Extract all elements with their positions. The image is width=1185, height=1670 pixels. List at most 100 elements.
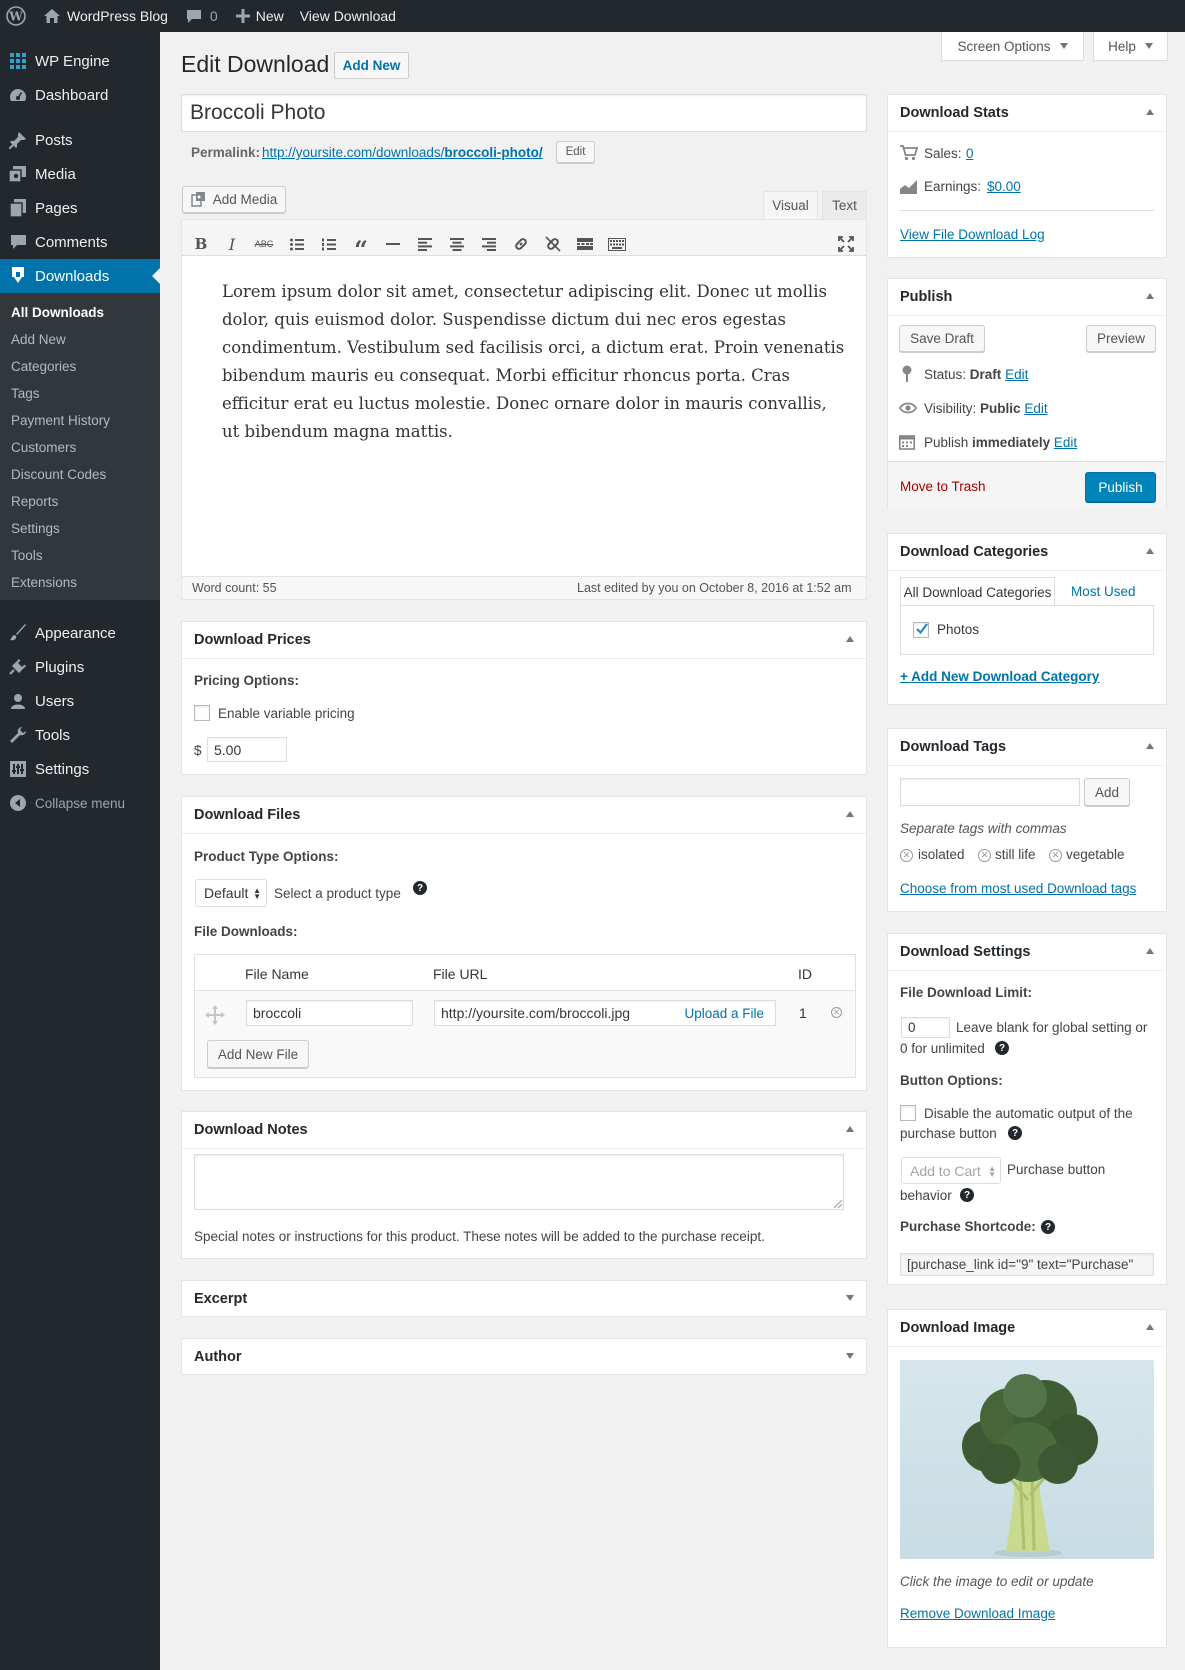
toolbar-toggle-icon[interactable] xyxy=(605,232,629,256)
remove-tag-icon[interactable]: ✕ xyxy=(978,849,991,862)
remove-file-icon[interactable]: ✕ xyxy=(831,1007,842,1018)
add-media-button[interactable]: Add Media xyxy=(182,186,286,213)
earnings-value[interactable]: $0.00 xyxy=(987,179,1021,194)
tab-all-categories[interactable]: All Download Categories xyxy=(900,577,1055,606)
submenu-reports[interactable]: Reports xyxy=(11,494,58,509)
align-right-icon[interactable] xyxy=(477,232,501,256)
admin-bar-view-download[interactable]: View Download xyxy=(293,0,403,32)
wordpress-logo-icon[interactable]: W xyxy=(0,0,36,32)
submenu-payment-history[interactable]: Payment History xyxy=(11,413,110,428)
collapse-menu[interactable]: Collapse menu xyxy=(0,786,160,820)
help-icon[interactable]: ? xyxy=(1041,1220,1055,1234)
collapse-toggle-icon[interactable] xyxy=(1146,1324,1154,1330)
submenu-tools[interactable]: Tools xyxy=(11,548,43,563)
expand-toggle-icon[interactable] xyxy=(846,1353,854,1359)
collapse-toggle-icon[interactable] xyxy=(1146,293,1154,299)
read-more-icon[interactable] xyxy=(573,232,597,256)
help-icon[interactable]: ? xyxy=(995,1041,1009,1055)
submenu-add-new[interactable]: Add New xyxy=(11,332,66,347)
category-checkbox[interactable] xyxy=(913,622,929,638)
menu-downloads[interactable]: Downloads xyxy=(0,259,160,293)
publish-button[interactable]: Publish xyxy=(1085,472,1156,502)
fullscreen-icon[interactable] xyxy=(834,232,858,256)
collapse-toggle-icon[interactable] xyxy=(846,1126,854,1132)
submenu-settings[interactable]: Settings xyxy=(11,521,60,536)
menu-users[interactable]: Users xyxy=(0,684,160,718)
menu-media[interactable]: Media xyxy=(0,157,160,191)
purchase-behavior-select[interactable]: Add to Cart ▲ ▼ xyxy=(901,1157,1001,1184)
price-input[interactable]: 5.00 xyxy=(207,737,287,762)
italic-icon[interactable]: I xyxy=(220,232,244,256)
collapse-toggle-icon[interactable] xyxy=(846,811,854,817)
help-button[interactable]: Help xyxy=(1093,32,1168,61)
horizontal-line-icon[interactable] xyxy=(381,232,405,256)
add-tag-button[interactable]: Add xyxy=(1084,778,1130,806)
menu-plugins[interactable]: Plugins xyxy=(0,650,160,684)
preview-button[interactable]: Preview xyxy=(1086,325,1156,352)
align-left-icon[interactable] xyxy=(413,232,437,256)
admin-bar-site[interactable]: WordPress Blog xyxy=(36,0,175,32)
submenu-all-downloads[interactable]: All Downloads xyxy=(11,305,104,320)
submenu-tags[interactable]: Tags xyxy=(11,386,40,401)
admin-bar-comments[interactable]: 0 xyxy=(179,0,225,32)
align-center-icon[interactable] xyxy=(445,232,469,256)
collapse-toggle-icon[interactable] xyxy=(1146,109,1154,115)
permalink-edit-button[interactable]: Edit xyxy=(556,141,595,163)
variable-pricing-checkbox[interactable] xyxy=(194,705,210,721)
remove-tag-icon[interactable]: ✕ xyxy=(900,849,913,862)
collapse-toggle-icon[interactable] xyxy=(1146,948,1154,954)
post-title-input[interactable]: Broccoli Photo xyxy=(181,94,867,132)
editor-content[interactable]: Lorem ipsum dolor sit amet, consectetur … xyxy=(222,278,844,446)
submenu-categories[interactable]: Categories xyxy=(11,359,76,374)
numbered-list-icon[interactable] xyxy=(317,232,341,256)
upload-file-link[interactable]: Upload a File xyxy=(684,1006,764,1021)
strikethrough-icon[interactable]: ABC xyxy=(252,232,276,256)
sales-value[interactable]: 0 xyxy=(966,146,974,161)
remove-link-icon[interactable] xyxy=(541,232,565,256)
admin-bar-new[interactable]: New xyxy=(229,0,291,32)
tab-text[interactable]: Text xyxy=(822,191,867,219)
permalink-link[interactable]: http://yoursite.com/downloads/broccoli-p… xyxy=(262,145,543,160)
menu-dashboard[interactable]: Dashboard xyxy=(0,78,160,112)
menu-tools[interactable]: Tools xyxy=(0,718,160,752)
collapse-toggle-icon[interactable] xyxy=(1146,743,1154,749)
save-draft-button[interactable]: Save Draft xyxy=(899,325,985,352)
add-new-file-button[interactable]: Add New File xyxy=(207,1040,309,1068)
help-icon[interactable]: ? xyxy=(413,881,427,895)
menu-comments[interactable]: Comments xyxy=(0,225,160,259)
product-type-select[interactable]: Default ▲ ▼ xyxy=(195,879,267,907)
insert-link-icon[interactable] xyxy=(509,232,533,256)
add-new-button[interactable]: Add New xyxy=(334,52,409,79)
tab-visual[interactable]: Visual xyxy=(763,191,818,219)
edit-publish-time-link[interactable]: Edit xyxy=(1054,435,1077,450)
add-category-link[interactable]: + Add New Download Category xyxy=(900,669,1099,684)
author-box[interactable]: Author xyxy=(181,1338,867,1375)
help-icon[interactable]: ? xyxy=(960,1188,974,1202)
remove-tag-icon[interactable]: ✕ xyxy=(1049,849,1062,862)
file-url-input[interactable]: http://yoursite.com/broccoli.jpg Upload … xyxy=(434,1000,776,1026)
menu-wp-engine[interactable]: WP Engine xyxy=(0,44,160,78)
bold-icon[interactable]: B xyxy=(189,232,213,256)
bulleted-list-icon[interactable] xyxy=(285,232,309,256)
submenu-extensions[interactable]: Extensions xyxy=(11,575,77,590)
screen-options-button[interactable]: Screen Options xyxy=(941,32,1084,61)
menu-settings[interactable]: Settings xyxy=(0,752,160,786)
tab-most-used[interactable]: Most Used xyxy=(1071,584,1136,599)
edit-visibility-link[interactable]: Edit xyxy=(1024,401,1047,416)
blockquote-icon[interactable]: “ xyxy=(349,232,373,264)
download-notes-textarea[interactable] xyxy=(194,1154,844,1210)
excerpt-box[interactable]: Excerpt xyxy=(181,1280,867,1317)
menu-pages[interactable]: Pages xyxy=(0,191,160,225)
download-limit-input[interactable]: 0 xyxy=(901,1017,950,1038)
menu-appearance[interactable]: Appearance xyxy=(0,616,160,650)
collapse-toggle-icon[interactable] xyxy=(1146,548,1154,554)
collapse-toggle-icon[interactable] xyxy=(846,636,854,642)
expand-toggle-icon[interactable] xyxy=(846,1295,854,1301)
disable-purchase-button-checkbox[interactable] xyxy=(900,1105,916,1121)
shortcode-input[interactable]: [purchase_link id="9" text="Purchase" xyxy=(900,1253,1154,1276)
menu-posts[interactable]: Posts xyxy=(0,123,160,157)
move-to-trash-link[interactable]: Move to Trash xyxy=(900,479,986,494)
view-log-link[interactable]: View File Download Log xyxy=(900,227,1045,242)
edit-status-link[interactable]: Edit xyxy=(1005,367,1028,382)
help-icon[interactable]: ? xyxy=(1008,1126,1022,1140)
